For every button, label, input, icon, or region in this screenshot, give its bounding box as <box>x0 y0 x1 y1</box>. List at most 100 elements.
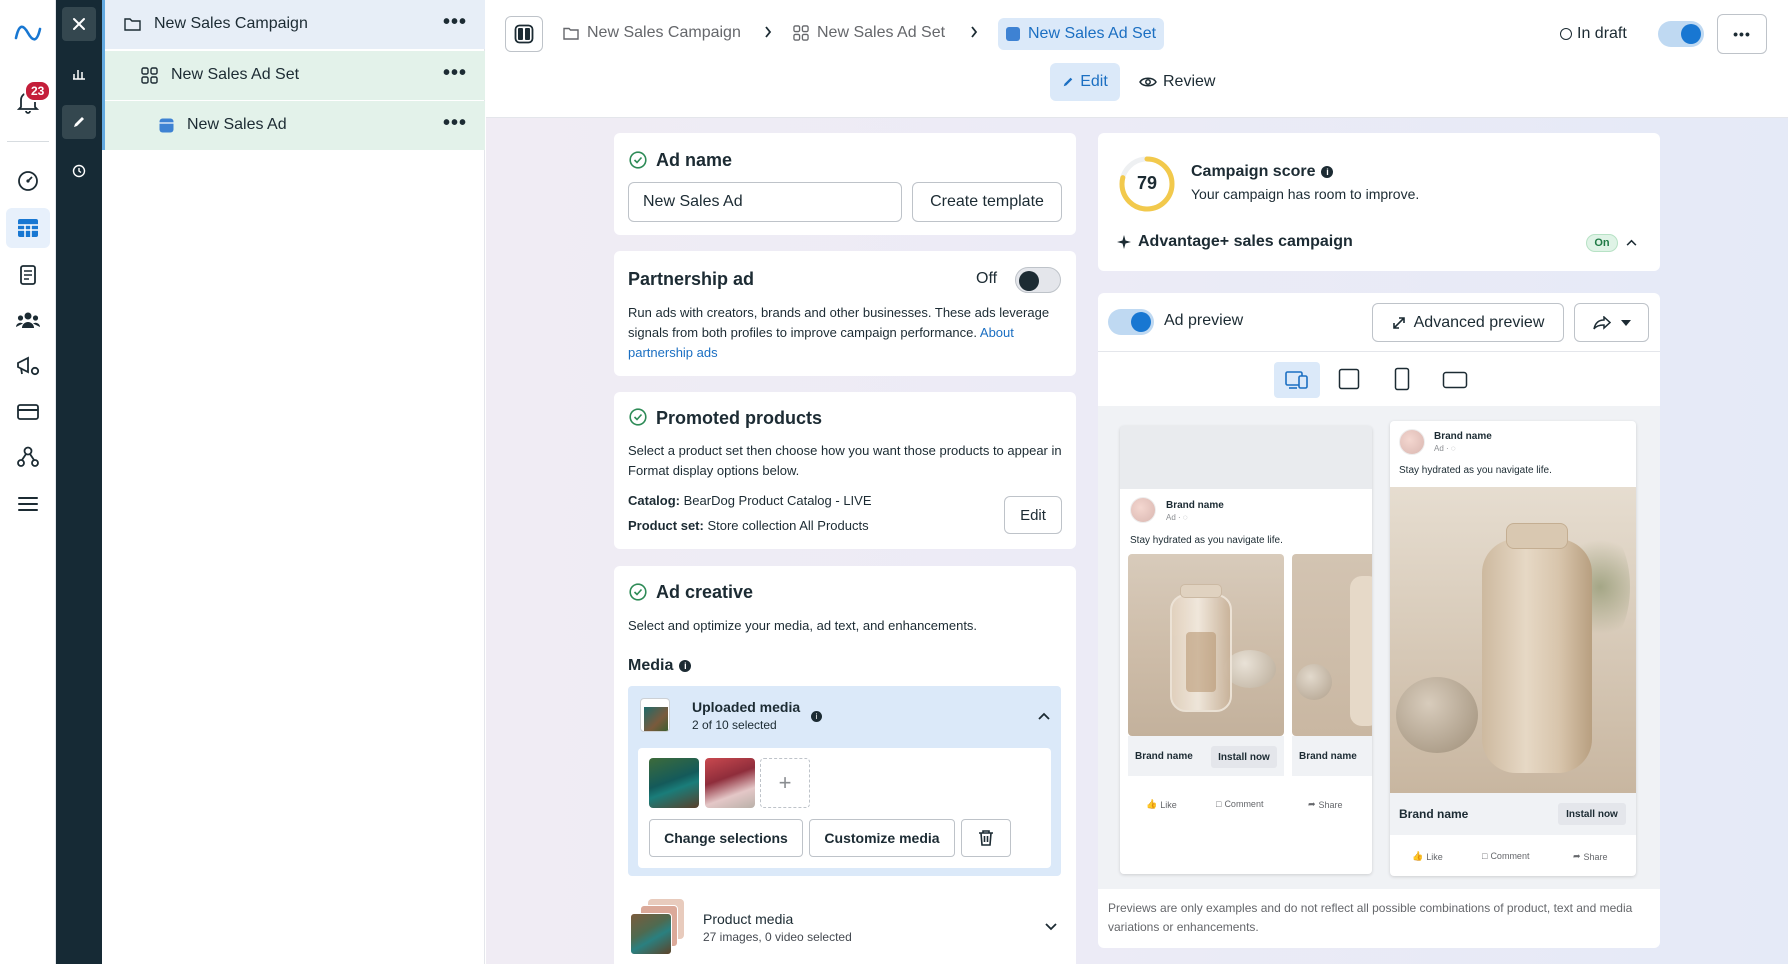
add-media-button[interactable]: + <box>760 758 810 808</box>
preview-ad-label: Ad · ◌ <box>1434 444 1456 453</box>
carousel-card-2-brand: Brand name <box>1299 751 1357 762</box>
advanced-preview-label: Advanced preview <box>1413 313 1545 331</box>
all-tools-menu-icon[interactable] <box>14 490 42 518</box>
preview-carousel-post: Brand name Ad · ◌ Stay hydrated as you n… <box>1120 489 1372 874</box>
partnership-ad-card: Partnership ad Off Run ads with creators… <box>614 251 1076 376</box>
partnership-title: Partnership ad <box>628 269 755 289</box>
campaign-more-button[interactable]: ••• <box>443 12 467 32</box>
media-thumbnail-1[interactable] <box>649 758 699 808</box>
breadcrumb-adset[interactable]: New Sales Ad Set <box>793 22 945 44</box>
preview-caption: Stay hydrated as you navigate life. <box>1130 535 1283 546</box>
ads-manager-table-icon[interactable] <box>6 208 50 248</box>
placement-vertical-icon[interactable] <box>1394 367 1410 391</box>
single-ad-install-button[interactable]: Install now <box>1558 803 1626 825</box>
breadcrumb-active[interactable]: New Sales Ad Set <box>998 18 1165 50</box>
dashboard-gauge-icon[interactable] <box>14 167 42 195</box>
preview-single-image[interactable]: Brand name Ad · ◌ Stay hydrated as you n… <box>1390 421 1636 876</box>
preview-share-action[interactable]: ➦ Share <box>1308 799 1343 810</box>
media-thumbnail-2[interactable] <box>705 758 755 808</box>
preview-carousel-frame[interactable]: Brand name Ad · ◌ Stay hydrated as you n… <box>1120 426 1372 874</box>
stone-shape <box>1396 677 1478 753</box>
share-preview-button[interactable] <box>1574 303 1649 342</box>
info-icon[interactable]: i <box>679 660 692 672</box>
chevron-up-icon[interactable] <box>1626 239 1637 246</box>
product-set-label: Product set: <box>628 518 704 533</box>
comment-bubble-icon: □ <box>1216 799 1222 809</box>
ad-square-icon <box>159 118 174 133</box>
tree-item-ad[interactable]: New Sales Ad ••• <box>102 101 485 150</box>
panel-toggle-button[interactable] <box>505 16 543 52</box>
pencil-edit-icon[interactable] <box>62 105 96 139</box>
brand-avatar <box>1130 497 1156 523</box>
ad-preview-toggle[interactable] <box>1108 309 1154 335</box>
breadcrumb-campaign[interactable]: New Sales Campaign <box>563 22 741 44</box>
partnership-toggle[interactable] <box>1015 267 1061 293</box>
promoted-products-description: Select a product set then choose how you… <box>628 443 1062 478</box>
info-icon[interactable]: i <box>1321 166 1334 178</box>
uploaded-media-stack-thumbnail <box>640 698 670 732</box>
carousel-image-1 <box>1128 554 1284 736</box>
campaign-score-value: 79 <box>1136 173 1158 193</box>
single-ad-brand: Brand name <box>1399 807 1469 821</box>
carousel-bottle-cap <box>1180 584 1222 598</box>
preview-like-action[interactable]: 👍 Like <box>1412 851 1443 862</box>
eye-icon <box>1139 77 1157 87</box>
thumbs-up-icon: 👍 <box>1412 851 1424 861</box>
placement-square-icon[interactable] <box>1338 368 1360 390</box>
close-icon[interactable] <box>62 7 96 41</box>
clock-history-icon[interactable] <box>62 154 96 188</box>
uploaded-media-subtitle: 2 of 10 selected <box>692 718 777 732</box>
product-set-value: Store collection All Products <box>707 518 869 533</box>
review-tab[interactable]: Review <box>1139 63 1215 101</box>
business-network-icon[interactable] <box>14 443 42 471</box>
pages-document-icon[interactable] <box>14 261 42 289</box>
preview-brand-name: Brand name <box>1434 431 1492 442</box>
tree-item-campaign[interactable]: New Sales Campaign ••• <box>102 0 485 49</box>
share-arrow-icon <box>1592 315 1611 330</box>
preview-comment-action[interactable]: □ Comment <box>1482 851 1529 861</box>
carousel-bottle-fill <box>1186 632 1216 692</box>
folder-icon <box>563 27 579 40</box>
meta-logo-icon[interactable] <box>14 18 42 46</box>
sparkle-icon <box>1117 235 1131 249</box>
chevron-up-icon[interactable] <box>1038 712 1050 720</box>
placement-horizontal-icon[interactable] <box>1442 371 1468 389</box>
chart-bars-icon[interactable] <box>62 57 96 91</box>
ad-name-input[interactable]: New Sales Ad <box>628 182 902 222</box>
share-label: Share <box>1318 799 1343 810</box>
carousel-card-1-brand: Brand name <box>1135 751 1193 762</box>
preview-share-action[interactable]: ➦ Share <box>1573 851 1608 862</box>
breadcrumb-active-label: New Sales Ad Set <box>1028 25 1157 42</box>
placement-all-devices-icon[interactable] <box>1274 362 1320 398</box>
product-media-row[interactable]: Product media 27 images, 0 video selecte… <box>628 895 1061 964</box>
global-nav: 23 <box>0 0 56 964</box>
info-icon[interactable]: i <box>811 711 822 722</box>
more-options-button[interactable]: ••• <box>1717 14 1767 54</box>
delete-media-button[interactable] <box>961 819 1011 857</box>
customize-media-button[interactable]: Customize media <box>809 819 955 857</box>
tree-item-adset[interactable]: New Sales Ad Set ••• <box>102 51 485 100</box>
campaign-status-toggle[interactable] <box>1658 21 1704 47</box>
breadcrumb-adset-label: New Sales Ad Set <box>817 24 946 41</box>
chevron-down-icon[interactable] <box>1045 923 1057 931</box>
adset-more-button[interactable]: ••• <box>443 63 467 83</box>
carousel-card-1-install-button[interactable]: Install now <box>1211 746 1277 768</box>
carousel-2-stone-shape <box>1296 664 1332 700</box>
advanced-preview-button[interactable]: Advanced preview <box>1372 303 1564 342</box>
comment-label: Comment <box>1490 851 1530 861</box>
edit-products-button[interactable]: Edit <box>1004 496 1062 534</box>
ad-more-button[interactable]: ••• <box>443 113 467 133</box>
create-template-button[interactable]: Create template <box>912 182 1062 222</box>
campaign-score-heading: Campaign score i <box>1191 163 1334 181</box>
preview-like-action[interactable]: 👍 Like <box>1146 799 1177 810</box>
edit-tab[interactable]: Edit <box>1050 63 1120 101</box>
campaign-tree-panel: New Sales Campaign ••• New Sales Ad Set … <box>102 0 485 964</box>
uploaded-media-panel: + Change selections Customize media <box>638 748 1051 868</box>
campaign-megaphone-settings-icon[interactable] <box>14 352 42 380</box>
audiences-people-icon[interactable] <box>14 306 42 334</box>
billing-card-icon[interactable] <box>14 398 42 426</box>
comment-label: Comment <box>1224 799 1264 809</box>
change-selections-button[interactable]: Change selections <box>649 819 803 857</box>
partnership-description: Run ads with creators, brands and other … <box>628 303 1066 363</box>
preview-comment-action[interactable]: □ Comment <box>1216 799 1263 809</box>
